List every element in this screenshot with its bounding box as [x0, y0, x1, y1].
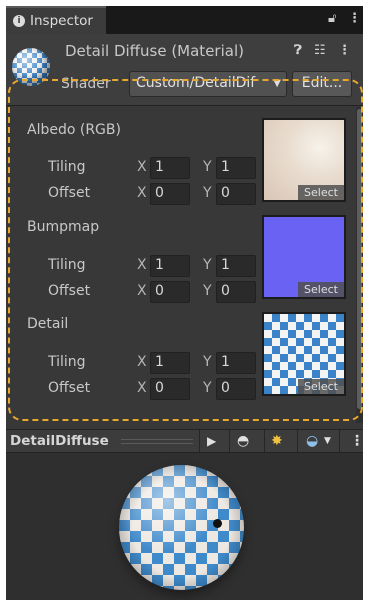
- resize-grip[interactable]: [121, 439, 193, 444]
- axis-x-label: X: [137, 185, 147, 201]
- help-icon[interactable]: ❓︎: [294, 43, 302, 58]
- tab-inspector[interactable]: i Inspector: [6, 6, 106, 34]
- axis-y-label: Y: [203, 159, 212, 175]
- lock-icon[interactable]: 🔓︎: [328, 11, 336, 26]
- axis-y-label: Y: [203, 185, 212, 201]
- bumpmap-texture-slot[interactable]: Select: [262, 215, 346, 299]
- albedo-texture-slot[interactable]: Select: [262, 118, 346, 202]
- axis-y-label: Y: [203, 283, 212, 299]
- bumpmap-tiling-label: Tiling: [48, 257, 86, 273]
- shader-dropdown[interactable]: Custom/DetailDif ▼: [129, 71, 287, 97]
- bumpmap-tiling-y-field[interactable]: 1: [216, 255, 256, 277]
- detail-tiling-x-field[interactable]: 1: [150, 352, 190, 374]
- material-name: Detail Diffuse (Material): [65, 42, 244, 60]
- bumpmap-offset-label: Offset: [48, 283, 91, 299]
- albedo-tiling-x-field[interactable]: 1: [150, 157, 190, 179]
- vertical-scrollbar[interactable]: [356, 107, 363, 423]
- preview-menu-icon[interactable]: ⋮: [350, 433, 363, 449]
- detail-select-button[interactable]: Select: [298, 379, 344, 394]
- albedo-offset-x-field[interactable]: 0: [150, 183, 190, 205]
- preview-title: DetailDiffuse: [10, 433, 109, 449]
- presets-icon[interactable]: ☷: [314, 43, 326, 58]
- toolbar-divider: [229, 430, 230, 452]
- albedo-select-button[interactable]: Select: [298, 185, 344, 200]
- tab-bar: i Inspector 🔓︎ ⋮: [6, 6, 363, 34]
- material-preview[interactable]: [6, 453, 363, 600]
- toolbar-divider: [297, 430, 298, 452]
- preview-mesh-icon[interactable]: ◒: [306, 433, 318, 449]
- albedo-offset-label: Offset: [48, 185, 91, 201]
- context-menu-icon[interactable]: ⋮: [338, 43, 351, 58]
- albedo-title: Albedo (RGB): [27, 122, 121, 138]
- albedo-offset-y-field[interactable]: 0: [216, 183, 256, 205]
- preview-sphere-icon[interactable]: ◓: [237, 433, 249, 449]
- kebab-menu-icon[interactable]: ⋮: [348, 11, 361, 26]
- axis-y-label: Y: [203, 380, 212, 396]
- toolbar-divider: [264, 430, 265, 452]
- detail-tiling-label: Tiling: [48, 354, 86, 370]
- axis-x-label: X: [137, 354, 147, 370]
- chevron-down-icon[interactable]: ▼: [324, 436, 331, 446]
- info-icon: i: [13, 15, 25, 27]
- axis-y-label: Y: [203, 257, 212, 273]
- axis-x-label: X: [137, 257, 147, 273]
- albedo-tiling-label: Tiling: [48, 159, 86, 175]
- properties-panel: Albedo (RGB) Tiling Offset X 1 Y 1 X 0 Y…: [6, 107, 363, 429]
- bumpmap-select-button[interactable]: Select: [298, 282, 344, 297]
- shader-value: Custom/DetailDif: [136, 75, 256, 91]
- inspector-window: i Inspector 🔓︎ ⋮ Detail Diffuse (Materia…: [6, 6, 363, 600]
- detail-texture-slot[interactable]: Select: [262, 312, 346, 396]
- axis-y-label: Y: [203, 354, 212, 370]
- scrollbar-thumb[interactable]: [357, 109, 362, 409]
- sphere-detail-spot: [213, 519, 222, 528]
- shader-label: Shader: [61, 76, 111, 92]
- light-icon[interactable]: ✸: [271, 433, 283, 449]
- axis-x-label: X: [137, 380, 147, 396]
- toolbar-divider: [339, 430, 340, 452]
- preview-sphere: [119, 465, 244, 590]
- toolbar-divider: [199, 430, 200, 452]
- dropdown-arrow-icon: ▼: [273, 78, 281, 89]
- detail-offset-y-field[interactable]: 0: [216, 378, 256, 400]
- material-sphere-icon: [12, 48, 50, 86]
- preview-toolbar: DetailDiffuse ▶ ◓ ✸ ◒ ▼ ⋮: [6, 429, 363, 453]
- bumpmap-offset-x-field[interactable]: 0: [150, 281, 190, 303]
- detail-offset-label: Offset: [48, 380, 91, 396]
- detail-offset-x-field[interactable]: 0: [150, 378, 190, 400]
- detail-tiling-y-field[interactable]: 1: [216, 352, 256, 374]
- axis-x-label: X: [137, 159, 147, 175]
- albedo-tiling-y-field[interactable]: 1: [216, 157, 256, 179]
- edit-shader-button[interactable]: Edit...: [292, 71, 352, 97]
- detail-title: Detail: [27, 316, 69, 332]
- bumpmap-title: Bumpmap: [27, 219, 100, 235]
- play-icon[interactable]: ▶: [207, 434, 216, 448]
- axis-x-label: X: [137, 283, 147, 299]
- tab-title: Inspector: [30, 13, 93, 29]
- bumpmap-tiling-x-field[interactable]: 1: [150, 255, 190, 277]
- bumpmap-offset-y-field[interactable]: 0: [216, 281, 256, 303]
- material-header: Detail Diffuse (Material) ❓︎ ☷ ⋮ Shader …: [6, 34, 363, 106]
